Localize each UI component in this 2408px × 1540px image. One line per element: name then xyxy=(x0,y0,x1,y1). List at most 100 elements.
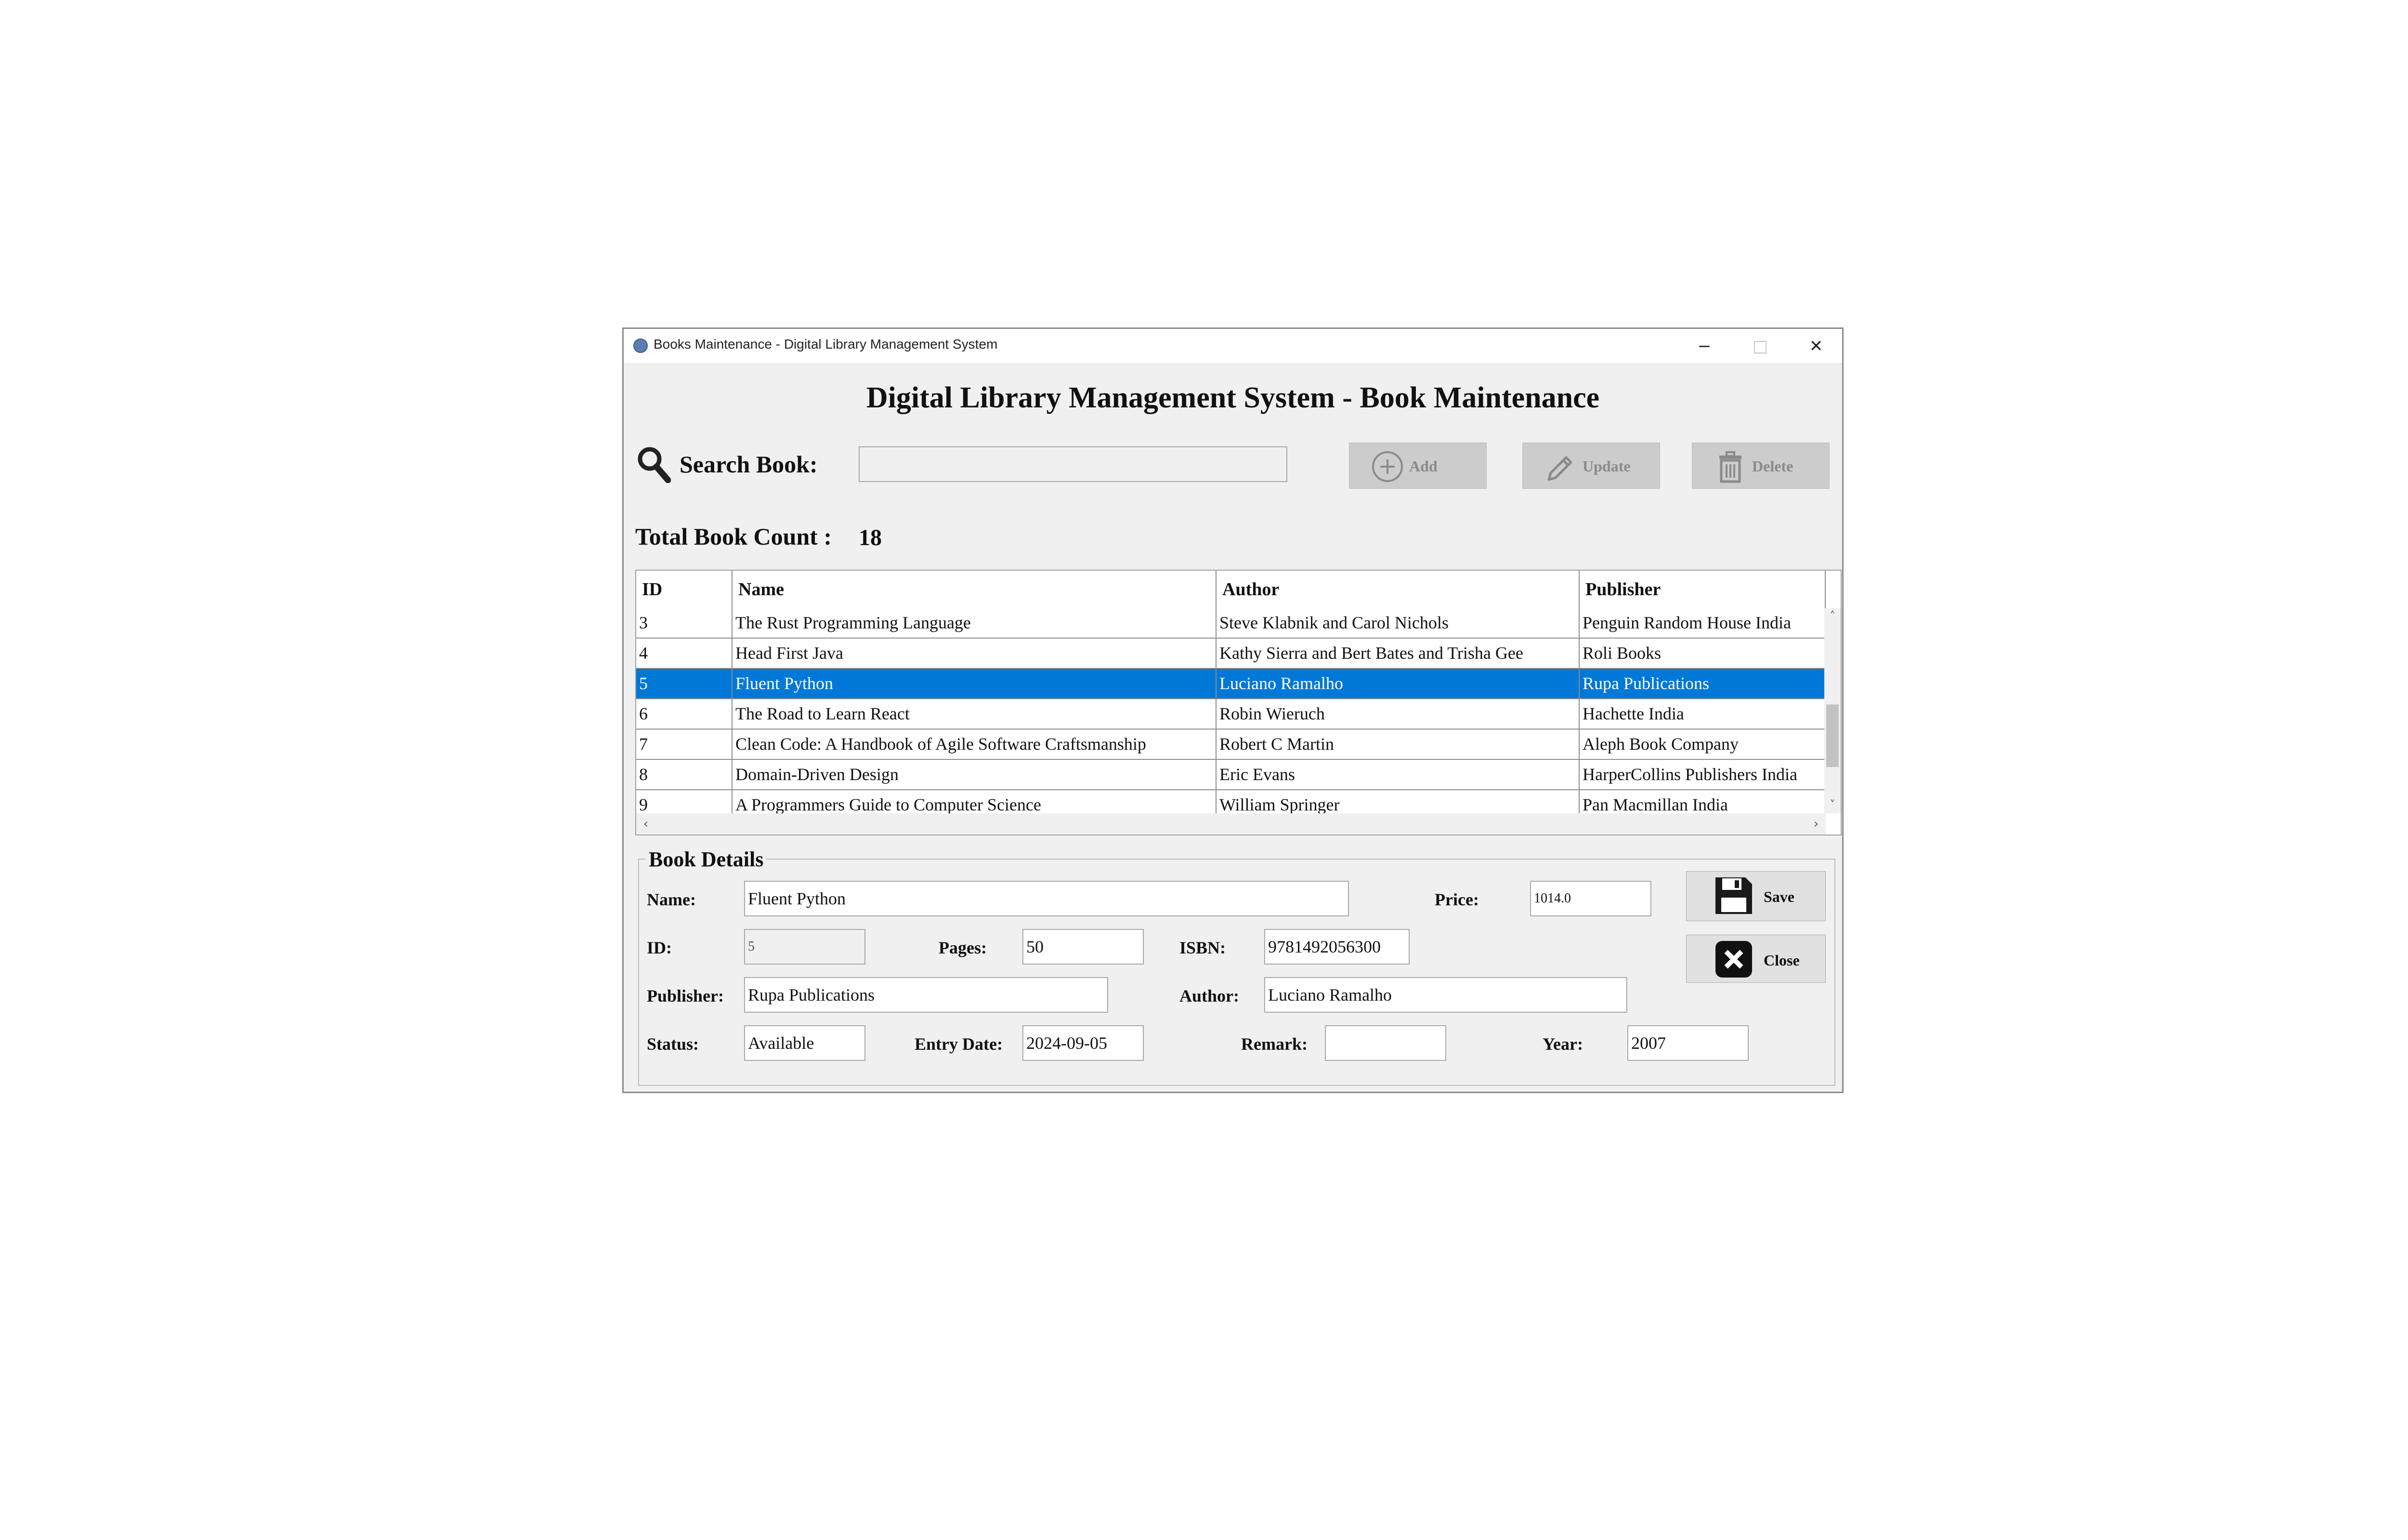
horizontal-scrollbar[interactable]: ‹ › xyxy=(636,813,1826,835)
id-field: 5 xyxy=(744,929,865,965)
table-row-selected[interactable]: 5 Fluent Python Luciano Ramalho Rupa Pub… xyxy=(636,669,1826,699)
entry-date-label: Entry Date: xyxy=(915,1034,1003,1054)
isbn-label: ISBN: xyxy=(1179,938,1226,957)
delete-label: Delete xyxy=(1752,457,1793,475)
books-table[interactable]: ID Name Author Publisher 3 The Rust Prog… xyxy=(635,570,1842,835)
table-row[interactable]: 8 Domain-Driven Design Eric Evans Harper… xyxy=(636,760,1826,790)
table-row[interactable]: 3 The Rust Programming Language Steve Kl… xyxy=(636,608,1826,639)
column-header-author[interactable]: Author xyxy=(1217,571,1580,608)
cell-publisher: Aleph Book Company xyxy=(1580,730,1826,759)
status-label: Status: xyxy=(647,1034,699,1054)
cell-publisher: Rupa Publications xyxy=(1580,669,1826,698)
scroll-down-icon[interactable]: ˅ xyxy=(1824,797,1841,813)
scroll-right-icon[interactable]: › xyxy=(1806,813,1826,835)
cell-publisher: Pan Macmillan India xyxy=(1580,790,1826,813)
save-button[interactable]: Save xyxy=(1686,871,1826,921)
column-header-id[interactable]: ID xyxy=(636,571,733,608)
cell-publisher: Penguin Random House India xyxy=(1580,608,1826,638)
table-body: 3 The Rust Programming Language Steve Kl… xyxy=(636,608,1826,813)
cell-author: Kathy Sierra and Bert Bates and Trisha G… xyxy=(1217,639,1580,668)
search-input[interactable] xyxy=(859,446,1287,482)
cell-author: Robert C Martin xyxy=(1217,730,1580,759)
add-label: Add xyxy=(1409,457,1438,475)
search-label: Search Book: xyxy=(680,451,818,478)
search-icon xyxy=(638,447,671,483)
cell-name: Clean Code: A Handbook of Agile Software… xyxy=(733,730,1217,759)
save-label: Save xyxy=(1764,888,1794,905)
cell-author: Eric Evans xyxy=(1217,760,1580,789)
remark-label: Remark: xyxy=(1241,1034,1308,1054)
cell-id: 8 xyxy=(636,760,733,789)
delete-button[interactable]: Delete xyxy=(1692,443,1830,489)
cell-publisher: Roli Books xyxy=(1580,639,1826,668)
pages-label: Pages: xyxy=(939,938,987,957)
year-field[interactable]: 2007 xyxy=(1627,1025,1749,1061)
cell-id: 7 xyxy=(636,730,733,759)
pencil-icon xyxy=(1547,456,1572,481)
price-field[interactable]: 1014.0 xyxy=(1530,881,1651,916)
table-row[interactable]: 6 The Road to Learn React Robin Wieruch … xyxy=(636,699,1826,730)
trash-icon xyxy=(1719,451,1741,483)
cell-id: 9 xyxy=(636,790,733,813)
cell-publisher: HarperCollins Publishers India xyxy=(1580,760,1826,789)
name-field[interactable]: Fluent Python xyxy=(744,881,1349,916)
cell-author: Robin Wieruch xyxy=(1217,699,1580,729)
column-header-name[interactable]: Name xyxy=(733,571,1217,608)
cell-name: The Road to Learn React xyxy=(733,699,1217,729)
entry-date-field[interactable]: 2024-09-05 xyxy=(1022,1025,1144,1061)
publisher-field[interactable]: Rupa Publications xyxy=(744,977,1108,1013)
cell-author: William Springer xyxy=(1217,790,1580,813)
vertical-scrollbar[interactable]: ˄ ˅ xyxy=(1824,608,1841,813)
app-icon xyxy=(633,339,648,353)
id-label: ID: xyxy=(647,938,672,957)
scroll-thumb[interactable] xyxy=(1826,705,1839,767)
book-details-title: Book Details xyxy=(646,847,767,872)
cell-id: 4 xyxy=(636,639,733,668)
close-label: Close xyxy=(1764,952,1800,969)
cell-publisher: Hachette India xyxy=(1580,699,1826,729)
name-label: Name: xyxy=(647,890,696,909)
cell-id: 5 xyxy=(636,669,733,698)
column-header-publisher[interactable]: Publisher xyxy=(1580,571,1826,608)
cell-author: Luciano Ramalho xyxy=(1217,669,1580,698)
window-title: Books Maintenance - Digital Library Mana… xyxy=(654,337,998,352)
update-button[interactable]: Update xyxy=(1522,443,1660,489)
cell-name: Domain-Driven Design xyxy=(733,760,1217,789)
table-row[interactable]: 7 Clean Code: A Handbook of Agile Softwa… xyxy=(636,730,1826,760)
close-button[interactable]: Close xyxy=(1686,935,1826,983)
add-button[interactable]: Add xyxy=(1349,443,1487,489)
remark-field[interactable] xyxy=(1325,1025,1446,1061)
status-field[interactable]: Available xyxy=(744,1025,865,1061)
close-icon xyxy=(1715,941,1752,978)
scroll-left-icon[interactable]: ‹ xyxy=(636,813,655,835)
floppy-disk-icon xyxy=(1715,877,1752,914)
minimize-button[interactable]: − xyxy=(1676,329,1732,364)
cell-name: Head First Java xyxy=(733,639,1217,668)
table-header: ID Name Author Publisher xyxy=(636,571,1826,609)
books-maintenance-window: Books Maintenance - Digital Library Mana… xyxy=(622,327,1844,1093)
table-row[interactable]: 4 Head First Java Kathy Sierra and Bert … xyxy=(636,639,1826,669)
update-label: Update xyxy=(1583,457,1631,475)
isbn-field[interactable]: 9781492056300 xyxy=(1264,929,1410,965)
title-bar[interactable]: Books Maintenance - Digital Library Mana… xyxy=(624,329,1842,364)
book-count-label: Total Book Count : xyxy=(635,523,832,550)
scroll-up-icon[interactable]: ˄ xyxy=(1824,608,1841,625)
book-details-group: Book Details Name: Fluent Python Price: … xyxy=(638,847,1835,1086)
add-icon xyxy=(1372,451,1403,482)
table-row[interactable]: 9 A Programmers Guide to Computer Scienc… xyxy=(636,790,1826,813)
year-label: Year: xyxy=(1543,1034,1583,1054)
cell-name: A Programmers Guide to Computer Science xyxy=(733,790,1217,813)
pages-field[interactable]: 50 xyxy=(1022,929,1144,965)
cell-id: 6 xyxy=(636,699,733,729)
close-window-button[interactable]: ✕ xyxy=(1788,329,1844,364)
price-label: Price: xyxy=(1435,890,1479,909)
cell-name: The Rust Programming Language xyxy=(733,608,1217,638)
book-count-value: 18 xyxy=(859,525,882,550)
author-field[interactable]: Luciano Ramalho xyxy=(1264,977,1627,1013)
page-title: Digital Library Management System - Book… xyxy=(866,381,1600,414)
cell-name: Fluent Python xyxy=(733,669,1217,698)
maximize-button: □ xyxy=(1752,337,1768,356)
author-label: Author: xyxy=(1179,986,1239,1005)
publisher-label: Publisher: xyxy=(647,986,724,1005)
cell-id: 3 xyxy=(636,608,733,638)
